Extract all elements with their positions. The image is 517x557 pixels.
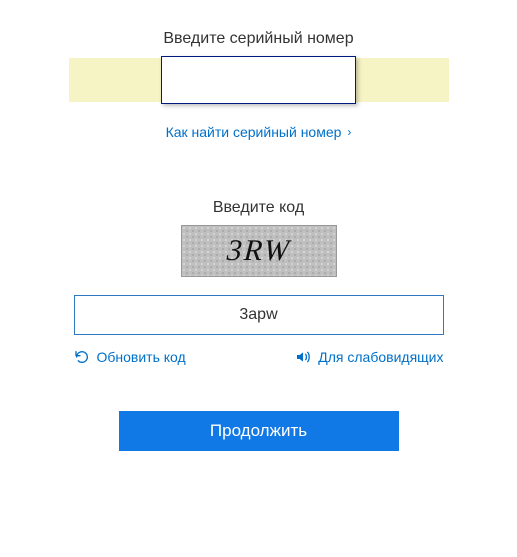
- find-serial-text: Как найти серийный номер: [166, 124, 342, 140]
- find-serial-link[interactable]: Как найти серийный номер ›: [166, 124, 352, 140]
- captcha-image: 3RW: [181, 225, 337, 277]
- audio-icon: [295, 349, 311, 365]
- refresh-captcha-text: Обновить код: [97, 349, 186, 365]
- captcha-image-text: 3RW: [225, 234, 291, 268]
- accessibility-captcha-link[interactable]: Для слабовидящих: [295, 349, 443, 365]
- captcha-actions: Обновить код Для слабовидящих: [74, 349, 444, 365]
- chevron-right-icon: ›: [347, 126, 351, 138]
- refresh-icon: [74, 349, 90, 365]
- serial-label: Введите серийный номер: [0, 30, 517, 48]
- accessibility-captcha-text: Для слабовидящих: [318, 349, 443, 365]
- captcha-input[interactable]: [74, 295, 444, 335]
- serial-input[interactable]: [161, 56, 356, 104]
- serial-input-container: [69, 58, 449, 102]
- captcha-label: Введите код: [0, 199, 517, 217]
- refresh-captcha-link[interactable]: Обновить код: [74, 349, 186, 365]
- continue-button[interactable]: Продолжить: [119, 411, 399, 451]
